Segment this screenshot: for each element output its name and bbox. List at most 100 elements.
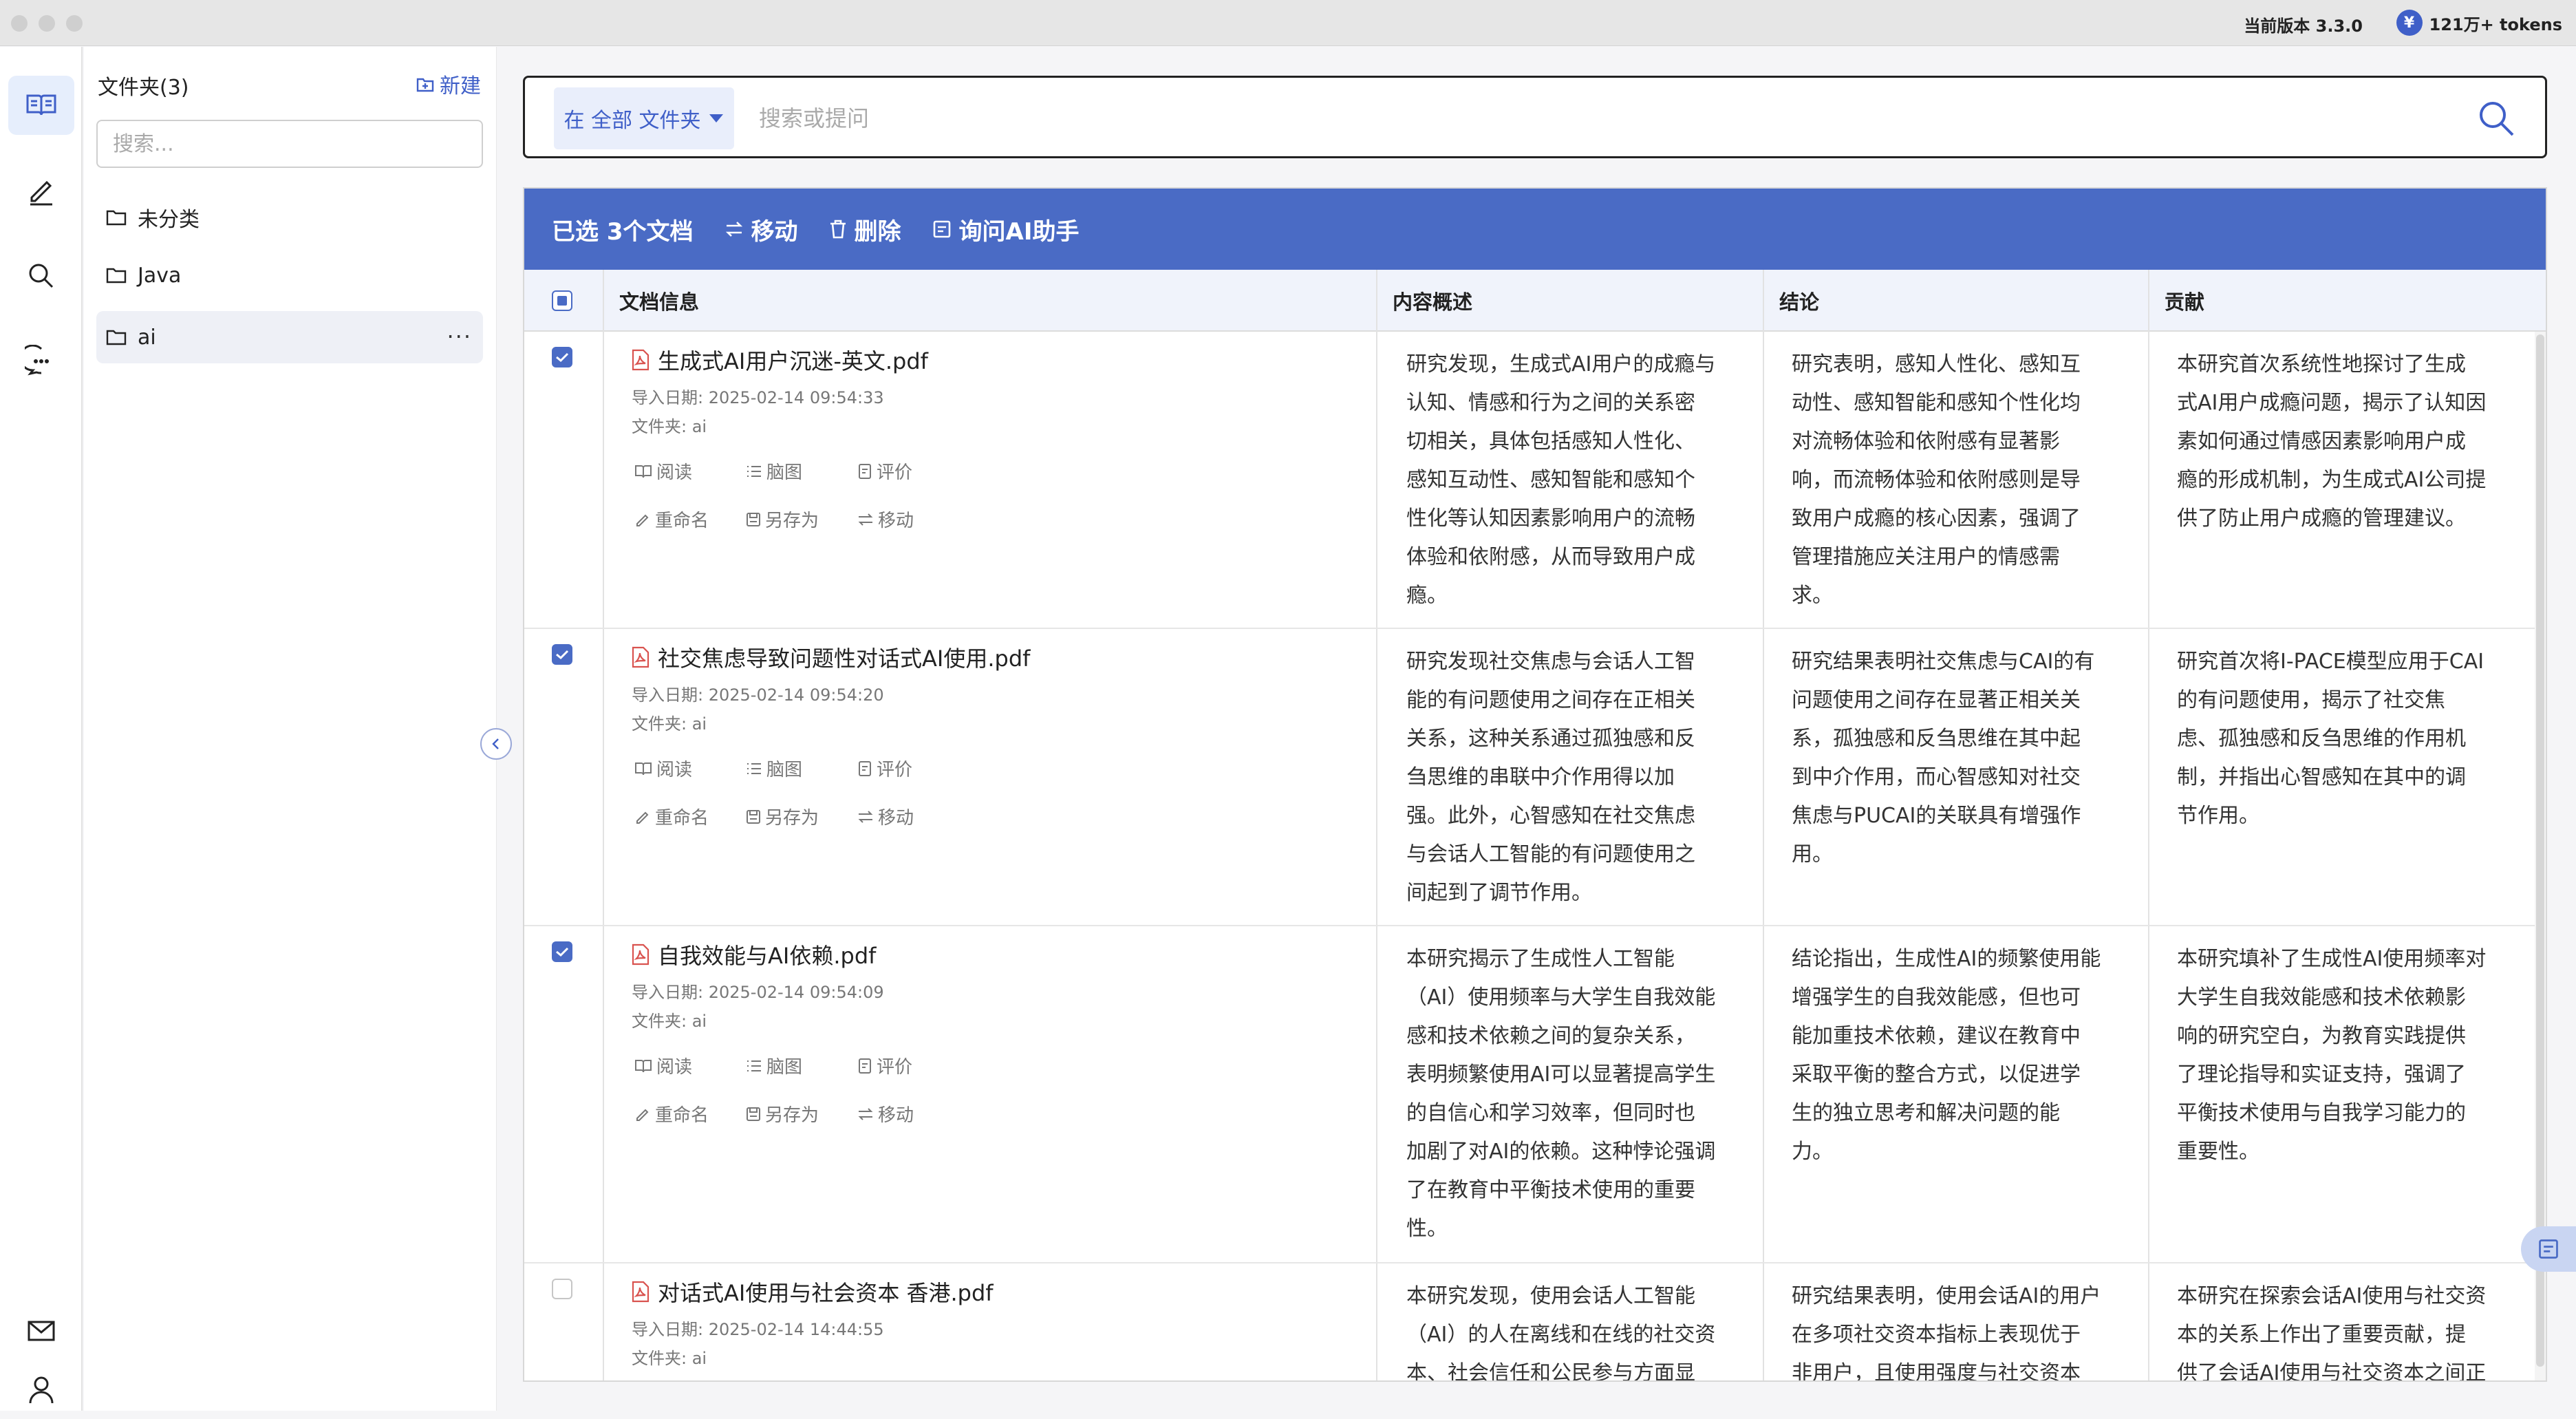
bulk-delete-button[interactable]: 删除 — [828, 213, 901, 246]
main-search-input[interactable] — [759, 87, 2410, 149]
summary-cell: 研究发现，生成式AI用户的成瘾与 认知、情感和行为之间的关系密 切相关，具体包括感知… — [1406, 352, 1716, 608]
read-label: 阅读 — [656, 1057, 693, 1078]
document-name[interactable]: 自我效能与AI依赖.pdf — [632, 939, 876, 970]
folder-item-ai[interactable]: ai ··· — [96, 311, 483, 363]
folder-icon — [106, 330, 127, 345]
window-minimize-button[interactable] — [39, 15, 55, 32]
header-contribution: 贡献 — [2165, 290, 2205, 314]
saveas-button[interactable]: 另存为 — [746, 506, 819, 532]
row-checkbox[interactable] — [552, 644, 572, 665]
title-bar: 当前版本 3.3.0 ¥ 121万+ tokens — [0, 0, 2576, 46]
saveas-button[interactable]: 另存为 — [746, 804, 819, 829]
token-balance[interactable]: ¥ 121万+ tokens — [2396, 10, 2562, 36]
write-nav-button[interactable] — [8, 161, 74, 220]
header-summary: 内容概述 — [1393, 290, 1473, 314]
rename-button[interactable]: 重命名 — [634, 804, 709, 829]
pdf-file-icon — [632, 1281, 650, 1303]
user-nav-button[interactable] — [8, 1360, 74, 1419]
table-row[interactable]: 生成式AI用户沉迷-英文.pdf 导入日期: 2025-02-14 09:54:3… — [524, 332, 2546, 629]
document-name[interactable]: 对话式AI使用与社会资本 香港.pdf — [632, 1276, 994, 1308]
read-button[interactable]: 阅读 — [634, 458, 692, 484]
chat-nav-button[interactable] — [8, 332, 74, 391]
window-zoom-button[interactable] — [66, 15, 83, 32]
search-bar: 在 全部 文件夹 — [523, 76, 2547, 158]
folder-search-input[interactable] — [96, 120, 483, 168]
review-button[interactable]: 评价 — [857, 458, 912, 484]
summary-cell: 本研究揭示了生成性人工智能 （AI）使用频率与大学生自我效能 感和技术依赖之间的复杂… — [1406, 947, 1716, 1241]
folder-more-button[interactable]: ··· — [447, 323, 472, 350]
search-icon[interactable] — [2476, 98, 2516, 138]
chevron-left-icon — [492, 738, 499, 749]
rename-button[interactable]: 重命名 — [634, 1101, 709, 1127]
floating-ai-button[interactable] — [2521, 1226, 2576, 1272]
nav-rail — [0, 47, 83, 1411]
folder-icon — [106, 268, 127, 284]
read-label: 阅读 — [656, 760, 693, 780]
rename-label: 重命名 — [655, 511, 709, 531]
library-nav-button[interactable] — [8, 76, 74, 135]
row-checkbox[interactable] — [552, 941, 572, 962]
ask-ai-button[interactable]: 询问AI助手 — [932, 213, 1079, 246]
read-button[interactable]: 阅读 — [634, 1053, 692, 1078]
book-icon — [634, 761, 652, 776]
search-scope-dropdown[interactable]: 在 全部 文件夹 — [554, 87, 734, 149]
move-button[interactable]: 移动 — [857, 1101, 914, 1127]
document-folder: 文件夹: ai — [632, 1349, 707, 1368]
book-icon — [634, 464, 652, 479]
row-checkbox[interactable] — [552, 1279, 572, 1299]
move-label: 移动 — [878, 511, 914, 531]
select-all-checkbox[interactable] — [552, 290, 572, 311]
header-conclusion: 结论 — [1779, 290, 1820, 314]
search-nav-button[interactable] — [8, 246, 74, 306]
folder-panel-title: 文件夹(3) — [98, 76, 189, 100]
table-row[interactable]: 社交焦虑导致问题性对话式AI使用.pdf 导入日期: 2025-02-14 09:… — [524, 629, 2546, 926]
bulk-move-button[interactable]: 移动 — [724, 213, 798, 246]
document-name-text: 自我效能与AI依赖.pdf — [658, 943, 877, 969]
table-row[interactable]: 自我效能与AI依赖.pdf 导入日期: 2025-02-14 09:54:09 文件… — [524, 926, 2546, 1263]
mindmap-button[interactable]: 脑图 — [746, 1053, 802, 1078]
move-button[interactable]: 移动 — [857, 506, 914, 532]
user-icon — [29, 1376, 54, 1404]
scrollbar-thumb[interactable] — [2536, 334, 2544, 1367]
summary-cell: 本研究发现，使用会话人工智能 （AI）的人在离线和在线的社交资 本、社会信任和公民参… — [1406, 1284, 1716, 1382]
folder-item-java[interactable]: Java — [96, 249, 483, 301]
mindmap-button[interactable]: 脑图 — [746, 756, 802, 781]
move-button[interactable]: 移动 — [857, 804, 914, 829]
summary-cell: 研究发现社交焦虑与会话人工智 能的有问题使用之间存在正相关 关系，这种关系通过孤独感… — [1406, 650, 1695, 905]
review-label: 评价 — [877, 760, 913, 780]
mindmap-label: 脑图 — [766, 462, 803, 483]
folder-plus-icon — [416, 78, 434, 92]
yen-icon: ¥ — [2396, 10, 2423, 36]
rename-label: 重命名 — [655, 808, 709, 829]
check-icon — [556, 650, 569, 660]
review-button[interactable]: 评价 — [857, 1053, 912, 1078]
table-row[interactable]: 对话式AI使用与社会资本 香港.pdf 导入日期: 2025-02-14 14:4… — [524, 1263, 2546, 1382]
read-button[interactable]: 阅读 — [634, 756, 692, 781]
review-label: 评价 — [877, 1057, 913, 1078]
saveas-button[interactable]: 另存为 — [746, 1101, 819, 1127]
review-button[interactable]: 评价 — [857, 756, 912, 781]
row-checkbox[interactable] — [552, 347, 572, 367]
save-icon — [746, 809, 761, 824]
new-folder-button[interactable]: 新建 — [416, 69, 481, 99]
import-date: 导入日期: 2025-02-14 09:54:20 — [632, 685, 884, 705]
table-header: 文档信息 内容概述 结论 贡献 — [524, 270, 2546, 332]
conclusion-cell: 研究结果表明社交焦虑与CAI的有 问题使用之间存在显著正相关关 系，孤独感和反刍思维… — [1792, 650, 2095, 866]
trash-icon — [830, 220, 846, 239]
conclusion-cell: 结论指出，生成性AI的频繁使用能 增强学生的自我效能感，但也可 能加重技术依赖，建议… — [1792, 947, 2101, 1164]
rename-button[interactable]: 重命名 — [634, 506, 709, 532]
saveas-label: 另存为 — [765, 511, 819, 531]
swap-icon — [725, 222, 742, 237]
mail-nav-button[interactable] — [8, 1301, 74, 1360]
pdf-file-icon — [632, 943, 650, 965]
ai-assistant-icon — [933, 220, 950, 238]
collapse-panel-button[interactable] — [480, 728, 512, 760]
ai-assistant-icon — [2539, 1239, 2558, 1259]
conclusion-cell: 研究结果表明，使用会话AI的用户 在多项社交资本指标上表现优于 非用户，且使用强度与… — [1792, 1284, 2101, 1382]
document-name[interactable]: 生成式AI用户沉迷-英文.pdf — [632, 344, 928, 376]
mindmap-button[interactable]: 脑图 — [746, 458, 802, 484]
folder-item-uncategorized[interactable]: 未分类 — [96, 191, 483, 244]
window-close-button[interactable] — [11, 15, 28, 32]
document-name[interactable]: 社交焦虑导致问题性对话式AI使用.pdf — [632, 641, 1030, 673]
read-label: 阅读 — [656, 462, 693, 483]
